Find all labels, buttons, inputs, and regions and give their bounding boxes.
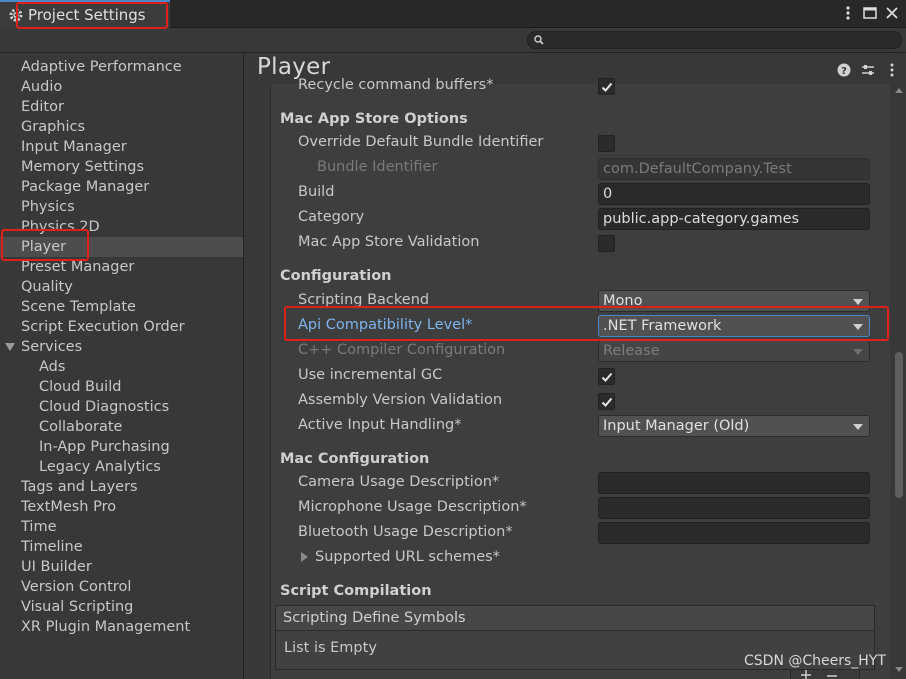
sidebar-item-in-app-purchasing[interactable]: In-App Purchasing — [0, 437, 243, 457]
sidebar-item-memory-settings[interactable]: Memory Settings — [0, 157, 243, 177]
script-compilation-heading: Script Compilation — [280, 583, 432, 599]
define-symbols-empty-text: List is Empty — [284, 640, 377, 656]
bluetooth-usage-label: Bluetooth Usage Description* — [298, 524, 513, 540]
panel-toolbar: ? — [836, 62, 900, 78]
sidebar-item-visual-scripting[interactable]: Visual Scripting — [0, 597, 243, 617]
camera-usage-field[interactable] — [598, 472, 870, 494]
sidebar-item-services[interactable]: Services — [0, 337, 243, 357]
camera-usage-label: Camera Usage Description* — [298, 474, 500, 490]
category-field[interactable]: public.app-category.games — [598, 208, 870, 230]
mac-app-store-heading: Mac App Store Options — [280, 111, 468, 127]
sidebar-item-cloud-build[interactable]: Cloud Build — [0, 377, 243, 397]
input-handling-label: Active Input Handling* — [298, 417, 462, 433]
incremental-gc-label: Use incremental GC — [298, 367, 443, 383]
assembly-validation-label: Assembly Version Validation — [298, 392, 503, 408]
mac-configuration-heading: Mac Configuration — [280, 451, 430, 467]
sidebar-item-graphics[interactable]: Graphics — [0, 117, 243, 137]
scroll-up-icon[interactable] — [895, 86, 903, 96]
cpp-compiler-label: C++ Compiler Configuration — [298, 342, 506, 358]
input-handling-dropdown[interactable]: Input Manager (Old) — [598, 415, 870, 437]
watermark-text: CSDN @Cheers_HYT — [744, 653, 886, 669]
build-label: Build — [298, 184, 335, 200]
cpp-compiler-dropdown: Release — [598, 340, 870, 362]
window-controls — [840, 4, 900, 22]
help-icon[interactable]: ? — [836, 62, 852, 78]
microphone-usage-field[interactable] — [598, 497, 870, 519]
sidebar-item-script-execution-order[interactable]: Script Execution Order — [0, 317, 243, 337]
incremental-gc-checkbox[interactable] — [598, 368, 615, 385]
sidebar-item-tags-and-layers[interactable]: Tags and Layers — [0, 477, 243, 497]
fold-down-icon[interactable] — [5, 343, 15, 351]
chevron-down-icon — [853, 424, 863, 430]
recycle-command-buffers-checkbox[interactable] — [598, 78, 615, 95]
sidebar-item-editor[interactable]: Editor — [0, 97, 243, 117]
search-bar — [0, 29, 906, 53]
sidebar-item-scene-template[interactable]: Scene Template — [0, 297, 243, 317]
bundle-identifier-label: Bundle Identifier — [317, 159, 438, 175]
vertical-scrollbar[interactable] — [893, 86, 905, 678]
sidebar-item-label: Services — [21, 339, 83, 355]
list-add-remove-buttons[interactable] — [790, 670, 860, 679]
search-icon — [534, 35, 544, 45]
scroll-down-icon[interactable] — [895, 664, 903, 674]
foldout-arrow-icon[interactable] — [301, 552, 308, 562]
sidebar-item-time[interactable]: Time — [0, 517, 243, 537]
url-schemes-foldout[interactable]: Supported URL schemes* — [315, 549, 500, 565]
assembly-validation-checkbox[interactable] — [598, 393, 615, 410]
build-field[interactable]: 0 — [598, 183, 870, 205]
plus-minus-icon — [801, 670, 837, 679]
annotation-box-title — [16, 2, 168, 29]
close-icon[interactable] — [884, 4, 900, 22]
sidebar-item-cloud-diagnostics[interactable]: Cloud Diagnostics — [0, 397, 243, 417]
settings-sidebar: Adaptive Performance Audio Editor Graphi… — [0, 54, 244, 679]
sidebar-item-version-control[interactable]: Version Control — [0, 577, 243, 597]
sidebar-item-input-manager[interactable]: Input Manager — [0, 137, 243, 157]
scrollbar-thumb[interactable] — [895, 352, 903, 498]
preset-sliders-icon[interactable] — [860, 62, 876, 78]
sidebar-item-legacy-analytics[interactable]: Legacy Analytics — [0, 457, 243, 477]
sidebar-item-xr-plugin-management[interactable]: XR Plugin Management — [0, 617, 243, 637]
input-handling-value: Input Manager (Old) — [603, 418, 750, 434]
microphone-usage-label: Microphone Usage Description* — [298, 499, 527, 515]
bluetooth-usage-field[interactable] — [598, 522, 870, 544]
sidebar-item-quality[interactable]: Quality — [0, 277, 243, 297]
define-symbols-header: Scripting Define Symbols — [276, 606, 874, 631]
more-options-icon[interactable] — [884, 62, 900, 78]
chevron-down-icon — [853, 349, 863, 355]
maximize-icon[interactable] — [862, 4, 878, 22]
sidebar-item-adaptive-performance[interactable]: Adaptive Performance — [0, 57, 243, 77]
mac-app-store-validation-label: Mac App Store Validation — [298, 234, 480, 250]
category-label: Category — [298, 209, 365, 225]
sidebar-item-physics[interactable]: Physics — [0, 197, 243, 217]
chevron-down-icon — [853, 299, 863, 305]
search-input[interactable] — [527, 31, 902, 49]
mac-app-store-validation-checkbox[interactable] — [598, 235, 615, 252]
settings-content: Recycle command buffers* Mac App Store O… — [270, 77, 890, 679]
annotation-box-api-compat — [284, 306, 889, 341]
cpp-compiler-value: Release — [603, 343, 660, 359]
sidebar-item-collaborate[interactable]: Collaborate — [0, 417, 243, 437]
svg-text:?: ? — [841, 66, 847, 77]
player-settings-panel: Player ? Recycle command buffers* Mac Ap… — [245, 54, 906, 679]
sidebar-item-timeline[interactable]: Timeline — [0, 537, 243, 557]
annotation-box-player — [1, 229, 89, 261]
sidebar-item-package-manager[interactable]: Package Manager — [0, 177, 243, 197]
bundle-identifier-field: com.DefaultCompany.Test — [598, 158, 870, 180]
override-bundle-label: Override Default Bundle Identifier — [298, 134, 544, 150]
more-options-icon[interactable] — [840, 4, 856, 22]
override-bundle-checkbox[interactable] — [598, 135, 615, 152]
sidebar-item-ads[interactable]: Ads — [0, 357, 243, 377]
sidebar-item-ui-builder[interactable]: UI Builder — [0, 557, 243, 577]
sidebar-item-audio[interactable]: Audio — [0, 77, 243, 97]
configuration-heading: Configuration — [280, 268, 392, 284]
recycle-command-buffers-label: Recycle command buffers* — [298, 77, 494, 93]
sidebar-item-textmesh-pro[interactable]: TextMesh Pro — [0, 497, 243, 517]
